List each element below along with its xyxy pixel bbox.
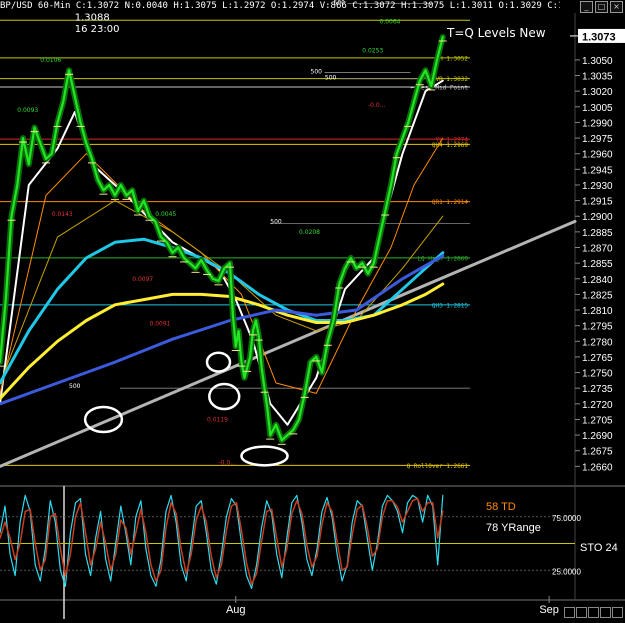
price-tick-label: 1.2960 <box>582 150 613 161</box>
close-icon[interactable]: × <box>610 1 623 13</box>
annotation-label: -0.0... <box>219 459 237 466</box>
fit-icon[interactable] <box>612 607 623 618</box>
osc-legend-label: 58 TD <box>486 501 516 513</box>
price-tick-label: 1.2930 <box>582 181 613 192</box>
price-chart[interactable]: YH 1.3052ROVR 1.3032← Yest Mid PointYL 1… <box>0 0 625 619</box>
level-label: QH3 1.2815 <box>432 302 469 309</box>
scroll-right-icon[interactable] <box>576 607 587 618</box>
price-tick-label: 1.2870 <box>582 244 613 255</box>
annotation-label: 0.0119 <box>207 417 228 424</box>
price-tick-label: 1.2705 <box>582 415 613 426</box>
price-tick-label: 1.2825 <box>582 290 613 301</box>
price-tick-label: 1.2945 <box>582 165 613 176</box>
scroll-controls <box>564 607 623 618</box>
price-tick-label: 1.2690 <box>582 431 613 442</box>
annotation-label: 0.0143 <box>52 211 73 218</box>
annotation-label: -0.0... <box>368 102 386 109</box>
price-tick-label: 1.3035 <box>582 72 613 83</box>
price-tick-label: 1.2900 <box>582 212 613 223</box>
price-tick-label: 1.3005 <box>582 103 613 114</box>
annotation-label: 500 <box>325 75 337 82</box>
annotation-label: 1.3088 <box>75 12 110 23</box>
annotation-label: 0.0045 <box>155 211 176 218</box>
zoom-out-icon[interactable] <box>588 607 599 618</box>
window-controls: _ □ × <box>580 1 623 13</box>
level-label: QR1 1.2914 <box>432 199 469 206</box>
chart-window: YH 1.3052 ROVR 1.3032 ← Yest Mid Point YL 1… <box>0 0 625 619</box>
annotation-label: 0.0064 <box>380 18 401 25</box>
price-tick-label: 1.2855 <box>582 259 613 270</box>
minimize-icon[interactable]: _ <box>580 1 593 13</box>
price-tick-label: 1.3020 <box>582 87 613 98</box>
annotation-label: 0.0097 <box>132 276 153 283</box>
price-tick-label: 1.2795 <box>582 322 613 333</box>
zoom-in-icon[interactable] <box>600 607 611 618</box>
annotation-label: 0.0093 <box>17 107 38 114</box>
price-tick-label: 1.3050 <box>582 56 613 67</box>
annotation-label: 500 <box>69 383 81 390</box>
annotation-label: 0.0091 <box>150 321 171 328</box>
osc-tick-label: 75.0000 <box>552 514 581 523</box>
price-tick-label: 1.2780 <box>582 337 613 348</box>
annotation-label: 500 <box>311 68 323 75</box>
annotation-label: 0.0106 <box>40 57 61 64</box>
price-tick-label: 1.2720 <box>582 400 613 411</box>
price-tick-label: 1.2765 <box>582 353 613 364</box>
price-tick-label: 1.2885 <box>582 228 613 239</box>
current-price-label: 1.3073 <box>582 31 616 43</box>
price-tick-label: 1.2840 <box>582 275 613 286</box>
price-tick-label: 1.2660 <box>582 462 613 473</box>
price-tick-label: 1.2915 <box>582 197 613 208</box>
chart-title: T=Q Levels New <box>446 26 546 40</box>
osc-legend-label: STO 24 <box>580 542 618 554</box>
price-tick-label: 1.2990 <box>582 118 613 129</box>
maximize-icon[interactable]: □ <box>595 1 608 13</box>
annotation-label: 0.0253 <box>362 48 383 55</box>
symbol-header: BP/USD 60-Min C:1.3072 N:0.0040 H:1.3075… <box>0 1 560 11</box>
scroll-left-icon[interactable] <box>564 607 575 618</box>
osc-legend-label: 78 YRange <box>486 522 541 534</box>
time-tick-label: Sep <box>539 604 559 616</box>
level-label: Q RollOver 1.2661 <box>407 463 469 470</box>
annotation-label: 0.0208 <box>299 229 320 236</box>
osc-tick-label: 25.0000 <box>552 567 581 576</box>
price-tick-label: 1.2810 <box>582 306 613 317</box>
price-tick-label: 1.2675 <box>582 447 613 458</box>
price-tick-label: 1.2735 <box>582 384 613 395</box>
time-tick-label: Aug <box>226 604 246 616</box>
price-tick-label: 1.2975 <box>582 134 613 145</box>
annotation-label: 16 23:00 <box>75 24 120 35</box>
annotation-label: 500 <box>270 219 282 226</box>
price-tick-label: 1.2750 <box>582 369 613 380</box>
